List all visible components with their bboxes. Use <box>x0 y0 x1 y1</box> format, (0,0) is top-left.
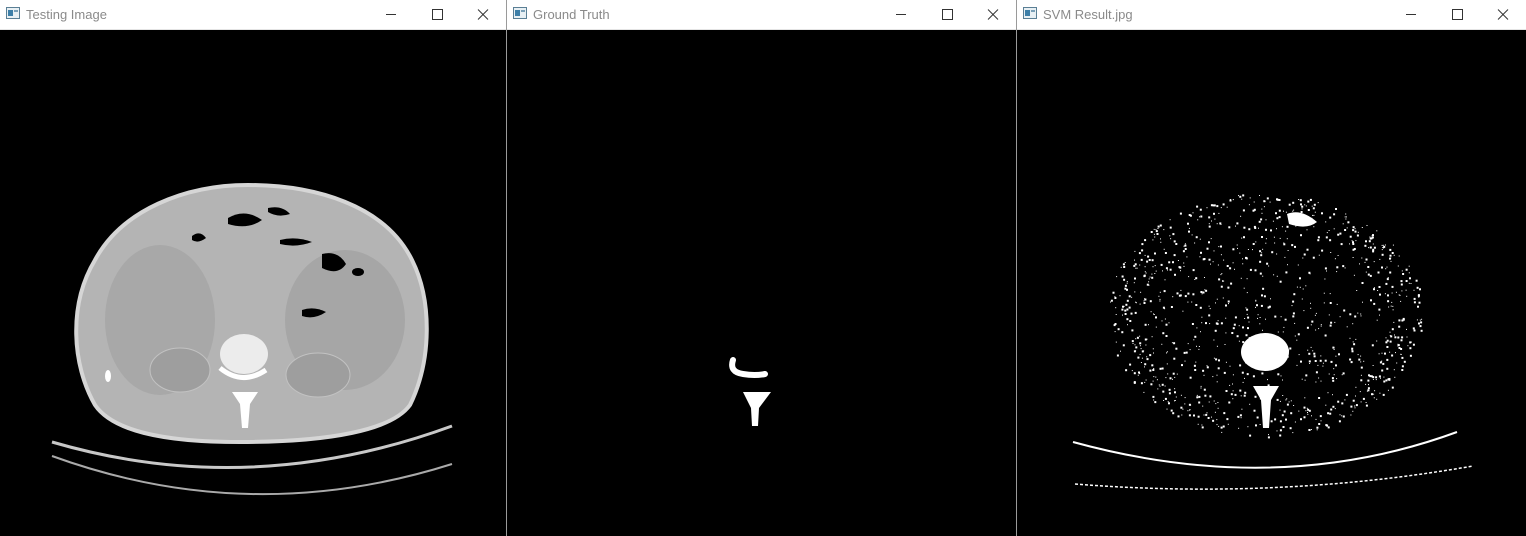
scanner-table-curve <box>1072 431 1458 469</box>
minimize-button[interactable] <box>1388 0 1434 29</box>
maximize-button[interactable] <box>1434 0 1480 29</box>
vertebral-body <box>220 334 268 374</box>
minimize-icon <box>386 14 396 15</box>
scanner-table-curve-lower <box>1074 465 1474 490</box>
minimize-icon <box>1406 14 1416 15</box>
scanner-table-curve-lower <box>51 455 453 496</box>
app-icon <box>1023 7 1037 19</box>
close-icon <box>1497 9 1509 20</box>
window-ground-truth[interactable]: Ground Truth <box>507 0 1016 536</box>
minimize-button[interactable] <box>368 0 414 29</box>
maximize-icon <box>942 9 953 20</box>
minimize-icon <box>896 14 906 15</box>
image-canvas <box>0 30 506 536</box>
kidney-left <box>149 347 211 393</box>
minimize-button[interactable] <box>878 0 924 29</box>
vertebral-arch-mask <box>729 357 768 378</box>
ground-truth-mask <box>729 357 771 426</box>
maximize-button[interactable] <box>924 0 970 29</box>
close-icon <box>987 9 999 20</box>
titlebar[interactable]: Ground Truth <box>507 0 1016 30</box>
maximize-button[interactable] <box>414 0 460 29</box>
kidney-right <box>285 352 351 398</box>
titlebar[interactable]: Testing Image <box>0 0 506 30</box>
window-title: SVM Result.jpg <box>1043 7 1133 22</box>
close-button[interactable] <box>1480 0 1526 29</box>
close-button[interactable] <box>970 0 1016 29</box>
window-testing-image[interactable]: Testing Image <box>0 0 506 536</box>
close-button[interactable] <box>460 0 506 29</box>
image-canvas <box>507 30 1016 536</box>
app-icon <box>6 7 20 19</box>
titlebar[interactable]: SVM Result.jpg <box>1017 0 1526 30</box>
maximize-icon <box>432 9 443 20</box>
app-icon <box>513 7 527 19</box>
gas-pocket <box>352 268 364 276</box>
close-icon <box>477 9 489 20</box>
maximize-icon <box>1452 9 1463 20</box>
ct-scan-image <box>51 182 453 496</box>
image-canvas <box>1017 30 1526 536</box>
bright-region <box>1287 212 1317 227</box>
window-title: Ground Truth <box>533 7 610 22</box>
spinous-process-detected <box>1253 386 1279 428</box>
bright-spot <box>105 370 111 382</box>
window-svm-result[interactable]: SVM Result.jpg <box>1017 0 1526 536</box>
spinous-process-mask <box>743 392 771 426</box>
svm-result-mask <box>1072 194 1474 490</box>
vertebral-body-detected <box>1241 333 1289 371</box>
window-title: Testing Image <box>26 7 107 22</box>
